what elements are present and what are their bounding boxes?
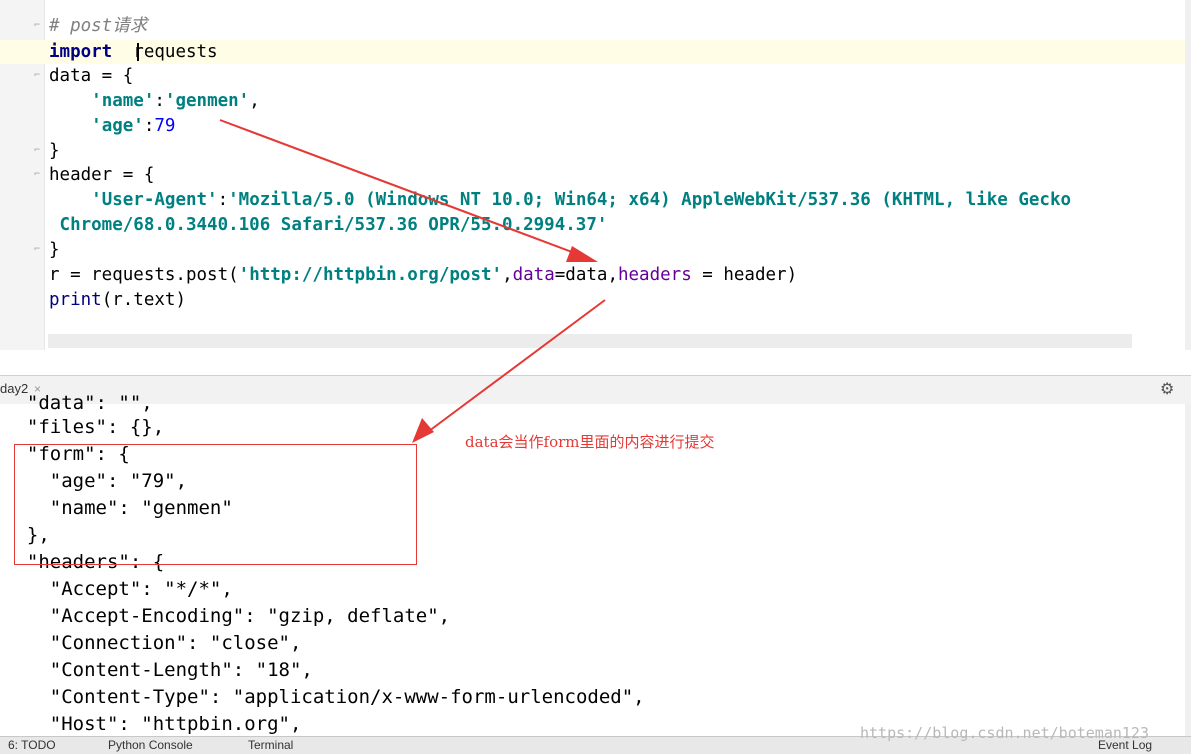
python-console-tool-button[interactable]: Python Console bbox=[108, 738, 193, 752]
arrow-line-1 bbox=[219, 119, 581, 256]
arrowhead-2 bbox=[412, 418, 434, 443]
terminal-tool-button[interactable]: Terminal bbox=[248, 738, 293, 752]
todo-tool-button[interactable]: 6: TODO bbox=[8, 738, 56, 752]
arrowhead-1 bbox=[566, 246, 598, 262]
watermark: https://blog.csdn.net/boteman123 bbox=[860, 724, 1149, 742]
arrow-line-2 bbox=[424, 299, 606, 435]
annotation-arrows bbox=[219, 119, 606, 443]
